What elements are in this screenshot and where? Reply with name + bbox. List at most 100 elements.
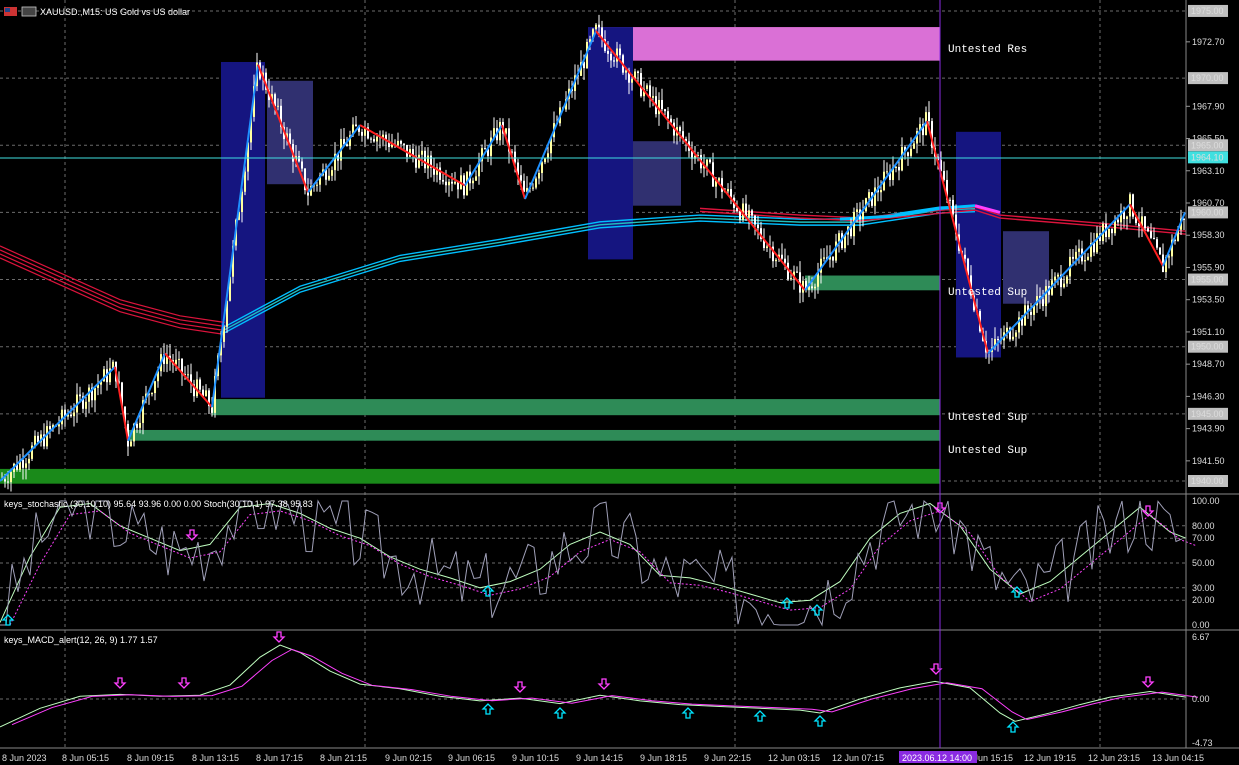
candle-body bbox=[424, 150, 426, 169]
symbol-title: XAUUSD.,M15: US Gold vs US dollar bbox=[40, 7, 190, 17]
candle-body bbox=[244, 171, 246, 192]
candle-body bbox=[70, 414, 72, 417]
res-zone bbox=[596, 27, 940, 61]
candle-body bbox=[1045, 286, 1047, 307]
candle-body bbox=[775, 259, 777, 262]
macd-tick-label: -4.73 bbox=[1192, 738, 1213, 748]
candle-body bbox=[442, 179, 444, 182]
candle-body bbox=[1075, 251, 1077, 259]
candle-body bbox=[130, 441, 132, 447]
candle-body bbox=[484, 148, 486, 150]
candle-body bbox=[418, 154, 420, 168]
price-tick-label: 1941.50 bbox=[1192, 456, 1225, 466]
candle-body bbox=[1012, 336, 1014, 340]
candle-body bbox=[1144, 216, 1146, 229]
candle-body bbox=[136, 423, 138, 428]
candle-body bbox=[832, 256, 834, 261]
candle-body bbox=[625, 70, 627, 73]
candle-body bbox=[997, 338, 999, 340]
candle-body bbox=[964, 254, 966, 259]
candle-body bbox=[328, 175, 330, 180]
candle-body bbox=[361, 131, 363, 136]
candle-body bbox=[541, 162, 543, 174]
time-tick-label: 9 Jun 06:15 bbox=[448, 753, 495, 763]
candle-body bbox=[898, 166, 900, 171]
price-tick-label: 1975.00 bbox=[1191, 6, 1224, 16]
candle-body bbox=[1066, 276, 1068, 284]
price-tick-label: 1955.00 bbox=[1191, 275, 1224, 285]
range-box bbox=[221, 61, 265, 398]
time-tick-label: 12 Jun 23:15 bbox=[1088, 753, 1140, 763]
time-tick-label: 8 Jun 13:15 bbox=[192, 753, 239, 763]
candle-body bbox=[439, 167, 441, 180]
sup-zone-label-2: Untested Sup bbox=[948, 412, 1027, 424]
time-tick-label: 12 Jun 03:15 bbox=[768, 753, 820, 763]
time-tick-label: 12 Jun 07:15 bbox=[832, 753, 884, 763]
candle-body bbox=[868, 192, 870, 199]
candle-body bbox=[34, 435, 36, 446]
stoch-tick-label: 50.00 bbox=[1192, 558, 1215, 568]
macd-label: keys_MACD_alert(12, 26, 9) 1.77 1.57 bbox=[4, 635, 158, 645]
candle-body bbox=[1096, 233, 1098, 253]
price-tick-label: 1964.10 bbox=[1191, 152, 1224, 162]
stoch-tick-label: 100.00 bbox=[1192, 496, 1220, 506]
time-tick-label: 8 Jun 09:15 bbox=[127, 753, 174, 763]
candle-body bbox=[1042, 299, 1044, 307]
candle-body bbox=[757, 224, 759, 229]
sup-zone-3 bbox=[128, 429, 940, 441]
time-cursor-label: 2023.06.12 14:00 bbox=[902, 753, 972, 763]
candle-body bbox=[139, 422, 141, 428]
candle-body bbox=[205, 390, 207, 397]
candle-body bbox=[532, 187, 534, 189]
candle-body bbox=[1117, 219, 1119, 223]
trading-chart[interactable]: Untested Res Untested Sup Untested Sup U… bbox=[0, 0, 1239, 765]
price-tick-label: 1967.90 bbox=[1192, 101, 1225, 111]
candle-body bbox=[421, 150, 423, 155]
candle-body bbox=[1015, 332, 1017, 337]
candle-body bbox=[1087, 256, 1089, 260]
price-tick-label: 1960.00 bbox=[1191, 207, 1224, 217]
candle-body bbox=[538, 173, 540, 179]
candle-body bbox=[1168, 256, 1170, 258]
res-zone-label: Untested Res bbox=[948, 44, 1027, 56]
candle-body bbox=[457, 182, 459, 190]
candle-body bbox=[94, 387, 96, 401]
candle-body bbox=[661, 99, 663, 110]
candle-body bbox=[403, 143, 405, 145]
candle-body bbox=[514, 151, 516, 163]
candle-body bbox=[7, 481, 9, 483]
candle-body bbox=[400, 140, 402, 144]
candle-body bbox=[1063, 283, 1065, 288]
candle-body bbox=[796, 271, 798, 273]
candle-body bbox=[454, 182, 456, 184]
sup-zone-2 bbox=[212, 399, 940, 416]
price-tick-label: 1940.00 bbox=[1191, 476, 1224, 486]
sup-zone-label-1: Untested Sup bbox=[948, 287, 1027, 299]
range-box bbox=[633, 141, 681, 206]
candle-body bbox=[376, 136, 378, 142]
candle-body bbox=[679, 127, 681, 132]
candle-body bbox=[1159, 247, 1161, 255]
candle-body bbox=[928, 112, 930, 122]
candle-body bbox=[823, 257, 825, 259]
candle-body bbox=[1108, 228, 1110, 237]
candle-body bbox=[4, 479, 6, 482]
candle-body bbox=[355, 124, 357, 127]
candle-body bbox=[1147, 228, 1149, 232]
candle-body bbox=[1111, 228, 1113, 234]
price-tick-label: 1950.00 bbox=[1191, 342, 1224, 352]
candle-body bbox=[535, 178, 537, 188]
candle-body bbox=[22, 459, 24, 468]
candle-body bbox=[154, 381, 156, 394]
candle-body bbox=[943, 170, 945, 180]
candle-body bbox=[667, 111, 669, 119]
candle-body bbox=[913, 143, 915, 149]
candle-body bbox=[739, 211, 741, 220]
price-tick-label: 1943.90 bbox=[1192, 424, 1225, 434]
price-tick-label: 1955.90 bbox=[1192, 262, 1225, 272]
price-tick-label: 1963.10 bbox=[1192, 166, 1225, 176]
candle-body bbox=[784, 258, 786, 263]
candle-body bbox=[1078, 248, 1080, 252]
candle-body bbox=[1150, 231, 1152, 238]
chart-icon[interactable] bbox=[21, 6, 37, 17]
